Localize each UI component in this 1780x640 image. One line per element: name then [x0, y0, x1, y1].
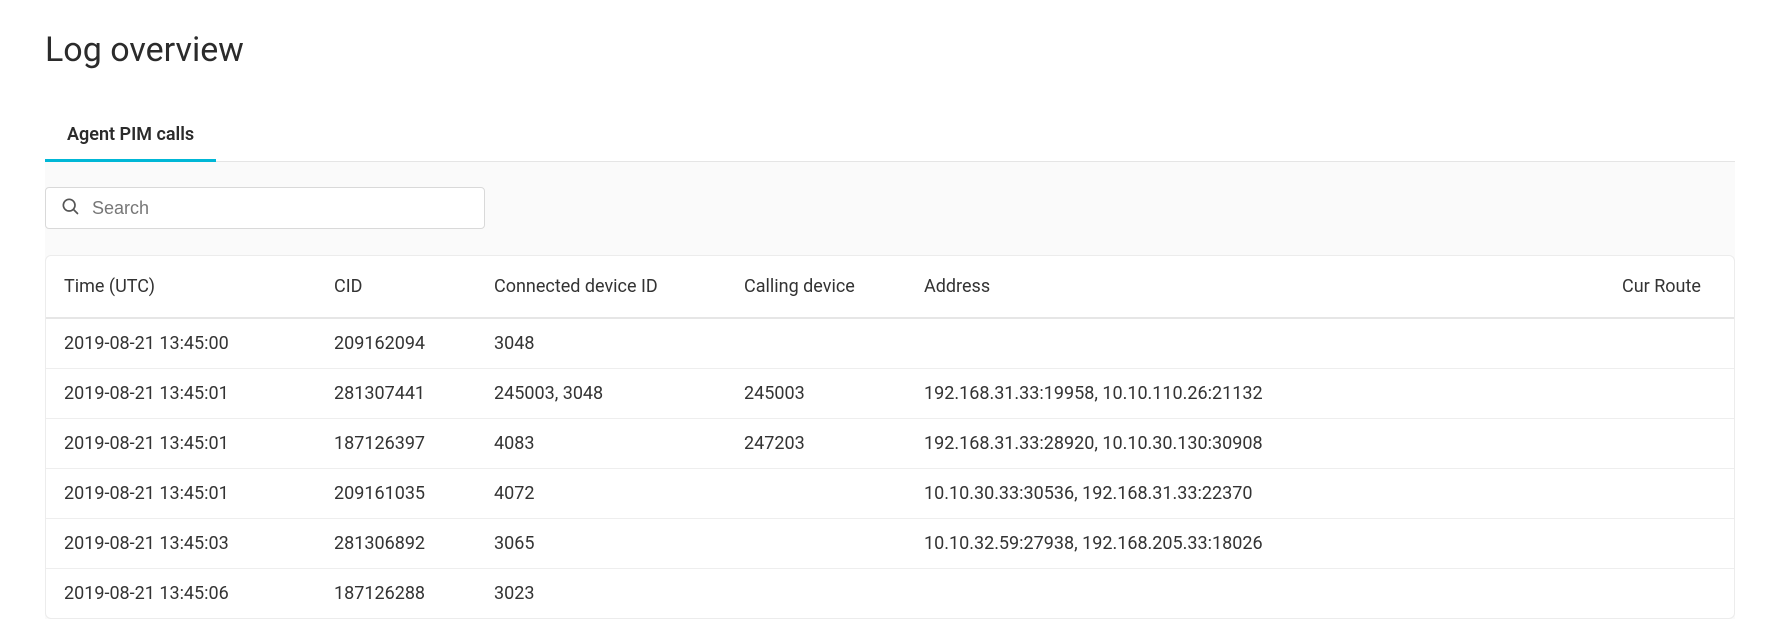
col-header-calling[interactable]: Calling device	[726, 256, 906, 318]
table-row[interactable]: 2019-08-21 13:45:01187126397408324720319…	[46, 419, 1734, 469]
tab-agent-pim-calls[interactable]: Agent PIM calls	[45, 110, 216, 162]
table-row[interactable]: 2019-08-21 13:45:061871262883023	[46, 569, 1734, 619]
col-header-route[interactable]: Cur Route	[1604, 256, 1734, 318]
cell-time: 2019-08-21 13:45:06	[46, 569, 316, 619]
table-row[interactable]: 2019-08-21 13:45:01281307441245003, 3048…	[46, 369, 1734, 419]
content-area: Time (UTC) CID Connected device ID Calli…	[45, 162, 1735, 619]
cell-route	[1604, 318, 1734, 369]
tabs-bar: Agent PIM calls	[45, 110, 1735, 162]
cell-connected: 245003, 3048	[476, 369, 726, 419]
table-header-row: Time (UTC) CID Connected device ID Calli…	[46, 256, 1734, 318]
cell-address: 192.168.31.33:19958, 10.10.110.26:21132	[906, 369, 1604, 419]
cell-calling	[726, 469, 906, 519]
table-row[interactable]: 2019-08-21 13:45:032813068923065 10.10.32…	[46, 519, 1734, 569]
cell-calling	[726, 519, 906, 569]
log-table: Time (UTC) CID Connected device ID Calli…	[46, 256, 1734, 618]
page-title: Log overview	[45, 30, 1735, 70]
cell-route	[1604, 469, 1734, 519]
cell-address: 192.168.31.33:28920, 10.10.30.130:30908	[906, 419, 1604, 469]
cell-calling	[726, 569, 906, 619]
col-header-time[interactable]: Time (UTC)	[46, 256, 316, 318]
cell-cid: 187126397	[316, 419, 476, 469]
cell-address: 10.10.32.59:27938, 192.168.205.33:18026	[906, 519, 1604, 569]
cell-address: 10.10.30.33:30536, 192.168.31.33:22370	[906, 469, 1604, 519]
cell-connected: 4072	[476, 469, 726, 519]
cell-route	[1604, 419, 1734, 469]
log-table-card: Time (UTC) CID Connected device ID Calli…	[45, 255, 1735, 619]
cell-time: 2019-08-21 13:45:01	[46, 469, 316, 519]
table-row[interactable]: 2019-08-21 13:45:012091610354072 10.10.30…	[46, 469, 1734, 519]
cell-cid: 209162094	[316, 318, 476, 369]
cell-route	[1604, 519, 1734, 569]
search-box[interactable]	[45, 187, 485, 229]
cell-calling: 247203	[726, 419, 906, 469]
cell-address	[906, 569, 1604, 619]
table-row[interactable]: 2019-08-21 13:45:002091620943048	[46, 318, 1734, 369]
cell-calling: 245003	[726, 369, 906, 419]
cell-time: 2019-08-21 13:45:00	[46, 318, 316, 369]
search-icon	[60, 196, 92, 220]
col-header-address[interactable]: Address	[906, 256, 1604, 318]
cell-time: 2019-08-21 13:45:03	[46, 519, 316, 569]
cell-cid: 187126288	[316, 569, 476, 619]
cell-connected: 4083	[476, 419, 726, 469]
cell-cid: 281307441	[316, 369, 476, 419]
cell-route	[1604, 569, 1734, 619]
cell-address	[906, 318, 1604, 369]
cell-connected: 3065	[476, 519, 726, 569]
cell-connected: 3023	[476, 569, 726, 619]
col-header-connected[interactable]: Connected device ID	[476, 256, 726, 318]
cell-connected: 3048	[476, 318, 726, 369]
cell-cid: 209161035	[316, 469, 476, 519]
cell-calling	[726, 318, 906, 369]
col-header-cid[interactable]: CID	[316, 256, 476, 318]
cell-cid: 281306892	[316, 519, 476, 569]
cell-time: 2019-08-21 13:45:01	[46, 369, 316, 419]
cell-time: 2019-08-21 13:45:01	[46, 419, 316, 469]
search-input[interactable]	[92, 198, 470, 219]
cell-route	[1604, 369, 1734, 419]
